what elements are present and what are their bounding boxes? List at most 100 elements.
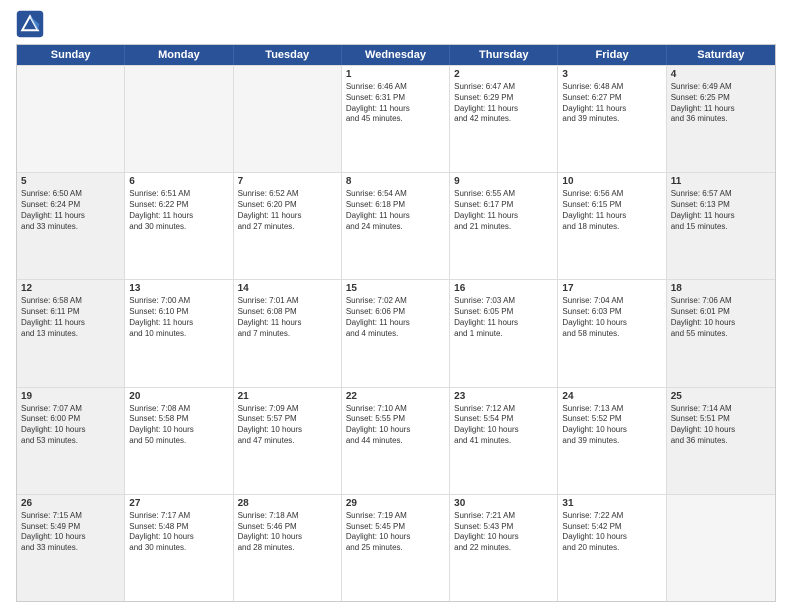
weekday-header: Tuesday — [234, 45, 342, 65]
calendar-cell: 9 Sunrise: 6:55 AM Sunset: 6:17 PM Daylig… — [450, 173, 558, 279]
calendar-cell: 6Sunrise: 6:51 AM Sunset: 6:22 PM Daylig… — [125, 173, 233, 279]
calendar-row: 12Sunrise: 6:58 AM Sunset: 6:11 PM Dayli… — [17, 279, 775, 386]
calendar-cell: 21 Sunrise: 7:09 AM Sunset: 5:57 PM Dayli… — [234, 388, 342, 494]
calendar-cell — [17, 66, 125, 172]
day-number: 19 — [21, 391, 120, 402]
cell-text: Sunrise: 7:15 AM Sunset: 5:49 PM Dayligh… — [21, 511, 120, 554]
day-number: 18 — [671, 283, 771, 294]
day-number: 8 — [346, 176, 445, 187]
header — [16, 10, 776, 38]
day-number: 3 — [562, 69, 661, 80]
weekday-header: Sunday — [17, 45, 125, 65]
cell-text: Sunrise: 7:09 AM Sunset: 5:57 PM Dayligh… — [238, 404, 337, 447]
cell-text: Sunrise: 7:18 AM Sunset: 5:46 PM Dayligh… — [238, 511, 337, 554]
calendar-cell: 14 Sunrise: 7:01 AM Sunset: 6:08 PM Dayli… — [234, 280, 342, 386]
day-number: 17 — [562, 283, 661, 294]
cell-text: Sunrise: 7:14 AM Sunset: 5:51 PM Dayligh… — [671, 404, 771, 447]
calendar-cell: 3 Sunrise: 6:48 AM Sunset: 6:27 PM Daylig… — [558, 66, 666, 172]
cell-text: Sunrise: 6:52 AM Sunset: 6:20 PM Dayligh… — [238, 189, 337, 232]
calendar-cell: 16 Sunrise: 7:03 AM Sunset: 6:05 PM Dayli… — [450, 280, 558, 386]
day-number: 13 — [129, 283, 228, 294]
cell-text: Sunrise: 7:19 AM Sunset: 5:45 PM Dayligh… — [346, 511, 445, 554]
calendar-cell: 8 Sunrise: 6:54 AM Sunset: 6:18 PM Daylig… — [342, 173, 450, 279]
cell-text: Sunrise: 6:55 AM Sunset: 6:17 PM Dayligh… — [454, 189, 553, 232]
cell-text: Sunrise: 7:00 AM Sunset: 6:10 PM Dayligh… — [129, 296, 228, 339]
day-number: 10 — [562, 176, 661, 187]
day-number: 16 — [454, 283, 553, 294]
calendar-cell: 26 Sunrise: 7:15 AM Sunset: 5:49 PM Dayli… — [17, 495, 125, 601]
day-number: 2 — [454, 69, 553, 80]
cell-text: Sunrise: 7:02 AM Sunset: 6:06 PM Dayligh… — [346, 296, 445, 339]
cell-text: Sunrise: 7:06 AM Sunset: 6:01 PM Dayligh… — [671, 296, 771, 339]
calendar-row: 1 Sunrise: 6:46 AM Sunset: 6:31 PM Daylig… — [17, 65, 775, 172]
cell-text: Sunrise: 6:54 AM Sunset: 6:18 PM Dayligh… — [346, 189, 445, 232]
day-number: 28 — [238, 498, 337, 509]
calendar-row: 19 Sunrise: 7:07 AM Sunset: 6:00 PM Dayli… — [17, 387, 775, 494]
calendar-cell: 24 Sunrise: 7:13 AM Sunset: 5:52 PM Dayli… — [558, 388, 666, 494]
day-number: 9 — [454, 176, 553, 187]
logo-icon — [16, 10, 44, 38]
page: SundayMondayTuesdayWednesdayThursdayFrid… — [0, 0, 792, 612]
calendar-cell: 13 Sunrise: 7:00 AM Sunset: 6:10 PM Dayli… — [125, 280, 233, 386]
day-number: 11 — [671, 176, 771, 187]
day-number: 20 — [129, 391, 228, 402]
cell-text: Sunrise: 6:47 AM Sunset: 6:29 PM Dayligh… — [454, 82, 553, 125]
day-number: 25 — [671, 391, 771, 402]
cell-text: Sunrise: 6:56 AM Sunset: 6:15 PM Dayligh… — [562, 189, 661, 232]
calendar-cell: 2 Sunrise: 6:47 AM Sunset: 6:29 PM Daylig… — [450, 66, 558, 172]
cell-text: Sunrise: 7:13 AM Sunset: 5:52 PM Dayligh… — [562, 404, 661, 447]
calendar-row: 26 Sunrise: 7:15 AM Sunset: 5:49 PM Dayli… — [17, 494, 775, 601]
day-number: 4 — [671, 69, 771, 80]
cell-text: Sunrise: 7:10 AM Sunset: 5:55 PM Dayligh… — [346, 404, 445, 447]
calendar-cell: 7 Sunrise: 6:52 AM Sunset: 6:20 PM Daylig… — [234, 173, 342, 279]
cell-text: Sunrise: 7:03 AM Sunset: 6:05 PM Dayligh… — [454, 296, 553, 339]
day-number: 22 — [346, 391, 445, 402]
day-number: 12 — [21, 283, 120, 294]
cell-text: Sunrise: 7:01 AM Sunset: 6:08 PM Dayligh… — [238, 296, 337, 339]
calendar-cell: 19 Sunrise: 7:07 AM Sunset: 6:00 PM Dayli… — [17, 388, 125, 494]
calendar-cell: 10 Sunrise: 6:56 AM Sunset: 6:15 PM Dayli… — [558, 173, 666, 279]
calendar-cell: 11 Sunrise: 6:57 AM Sunset: 6:13 PM Dayli… — [667, 173, 775, 279]
cell-text: Sunrise: 7:07 AM Sunset: 6:00 PM Dayligh… — [21, 404, 120, 447]
day-number: 24 — [562, 391, 661, 402]
calendar-cell: 29Sunrise: 7:19 AM Sunset: 5:45 PM Dayli… — [342, 495, 450, 601]
cell-text: Sunrise: 7:04 AM Sunset: 6:03 PM Dayligh… — [562, 296, 661, 339]
calendar-body: 1 Sunrise: 6:46 AM Sunset: 6:31 PM Daylig… — [17, 65, 775, 601]
calendar-cell: 18 Sunrise: 7:06 AM Sunset: 6:01 PM Dayli… — [667, 280, 775, 386]
day-number: 15 — [346, 283, 445, 294]
day-number: 1 — [346, 69, 445, 80]
cell-text: Sunrise: 7:12 AM Sunset: 5:54 PM Dayligh… — [454, 404, 553, 447]
day-number: 27 — [129, 498, 228, 509]
day-number: 31 — [562, 498, 661, 509]
calendar-cell: 17 Sunrise: 7:04 AM Sunset: 6:03 PM Dayli… — [558, 280, 666, 386]
weekday-header: Wednesday — [342, 45, 450, 65]
day-number: 23 — [454, 391, 553, 402]
cell-text: Sunrise: 7:08 AM Sunset: 5:58 PM Dayligh… — [129, 404, 228, 447]
cell-text: Sunrise: 6:46 AM Sunset: 6:31 PM Dayligh… — [346, 82, 445, 125]
calendar-cell: 28 Sunrise: 7:18 AM Sunset: 5:46 PM Dayli… — [234, 495, 342, 601]
calendar-cell: 30Sunrise: 7:21 AM Sunset: 5:43 PM Dayli… — [450, 495, 558, 601]
calendar-cell — [234, 66, 342, 172]
cell-text: Sunrise: 6:50 AM Sunset: 6:24 PM Dayligh… — [21, 189, 120, 232]
calendar-cell — [667, 495, 775, 601]
day-number: 7 — [238, 176, 337, 187]
cell-text: Sunrise: 6:49 AM Sunset: 6:25 PM Dayligh… — [671, 82, 771, 125]
calendar-row: 5 Sunrise: 6:50 AM Sunset: 6:24 PM Daylig… — [17, 172, 775, 279]
cell-text: Sunrise: 6:57 AM Sunset: 6:13 PM Dayligh… — [671, 189, 771, 232]
calendar-header: SundayMondayTuesdayWednesdayThursdayFrid… — [17, 45, 775, 65]
day-number: 5 — [21, 176, 120, 187]
day-number: 21 — [238, 391, 337, 402]
cell-text: Sunrise: 7:22 AM Sunset: 5:42 PM Dayligh… — [562, 511, 661, 554]
cell-text: Sunrise: 6:48 AM Sunset: 6:27 PM Dayligh… — [562, 82, 661, 125]
calendar-cell: 23 Sunrise: 7:12 AM Sunset: 5:54 PM Dayli… — [450, 388, 558, 494]
calendar-cell: 12Sunrise: 6:58 AM Sunset: 6:11 PM Dayli… — [17, 280, 125, 386]
day-number: 14 — [238, 283, 337, 294]
weekday-header: Friday — [558, 45, 666, 65]
calendar-cell: 20 Sunrise: 7:08 AM Sunset: 5:58 PM Dayli… — [125, 388, 233, 494]
calendar-cell: 22 Sunrise: 7:10 AM Sunset: 5:55 PM Dayli… — [342, 388, 450, 494]
calendar-cell: 27Sunrise: 7:17 AM Sunset: 5:48 PM Dayli… — [125, 495, 233, 601]
calendar-cell: 5 Sunrise: 6:50 AM Sunset: 6:24 PM Daylig… — [17, 173, 125, 279]
calendar-cell: 25 Sunrise: 7:14 AM Sunset: 5:51 PM Dayli… — [667, 388, 775, 494]
day-number: 26 — [21, 498, 120, 509]
weekday-header: Saturday — [667, 45, 775, 65]
